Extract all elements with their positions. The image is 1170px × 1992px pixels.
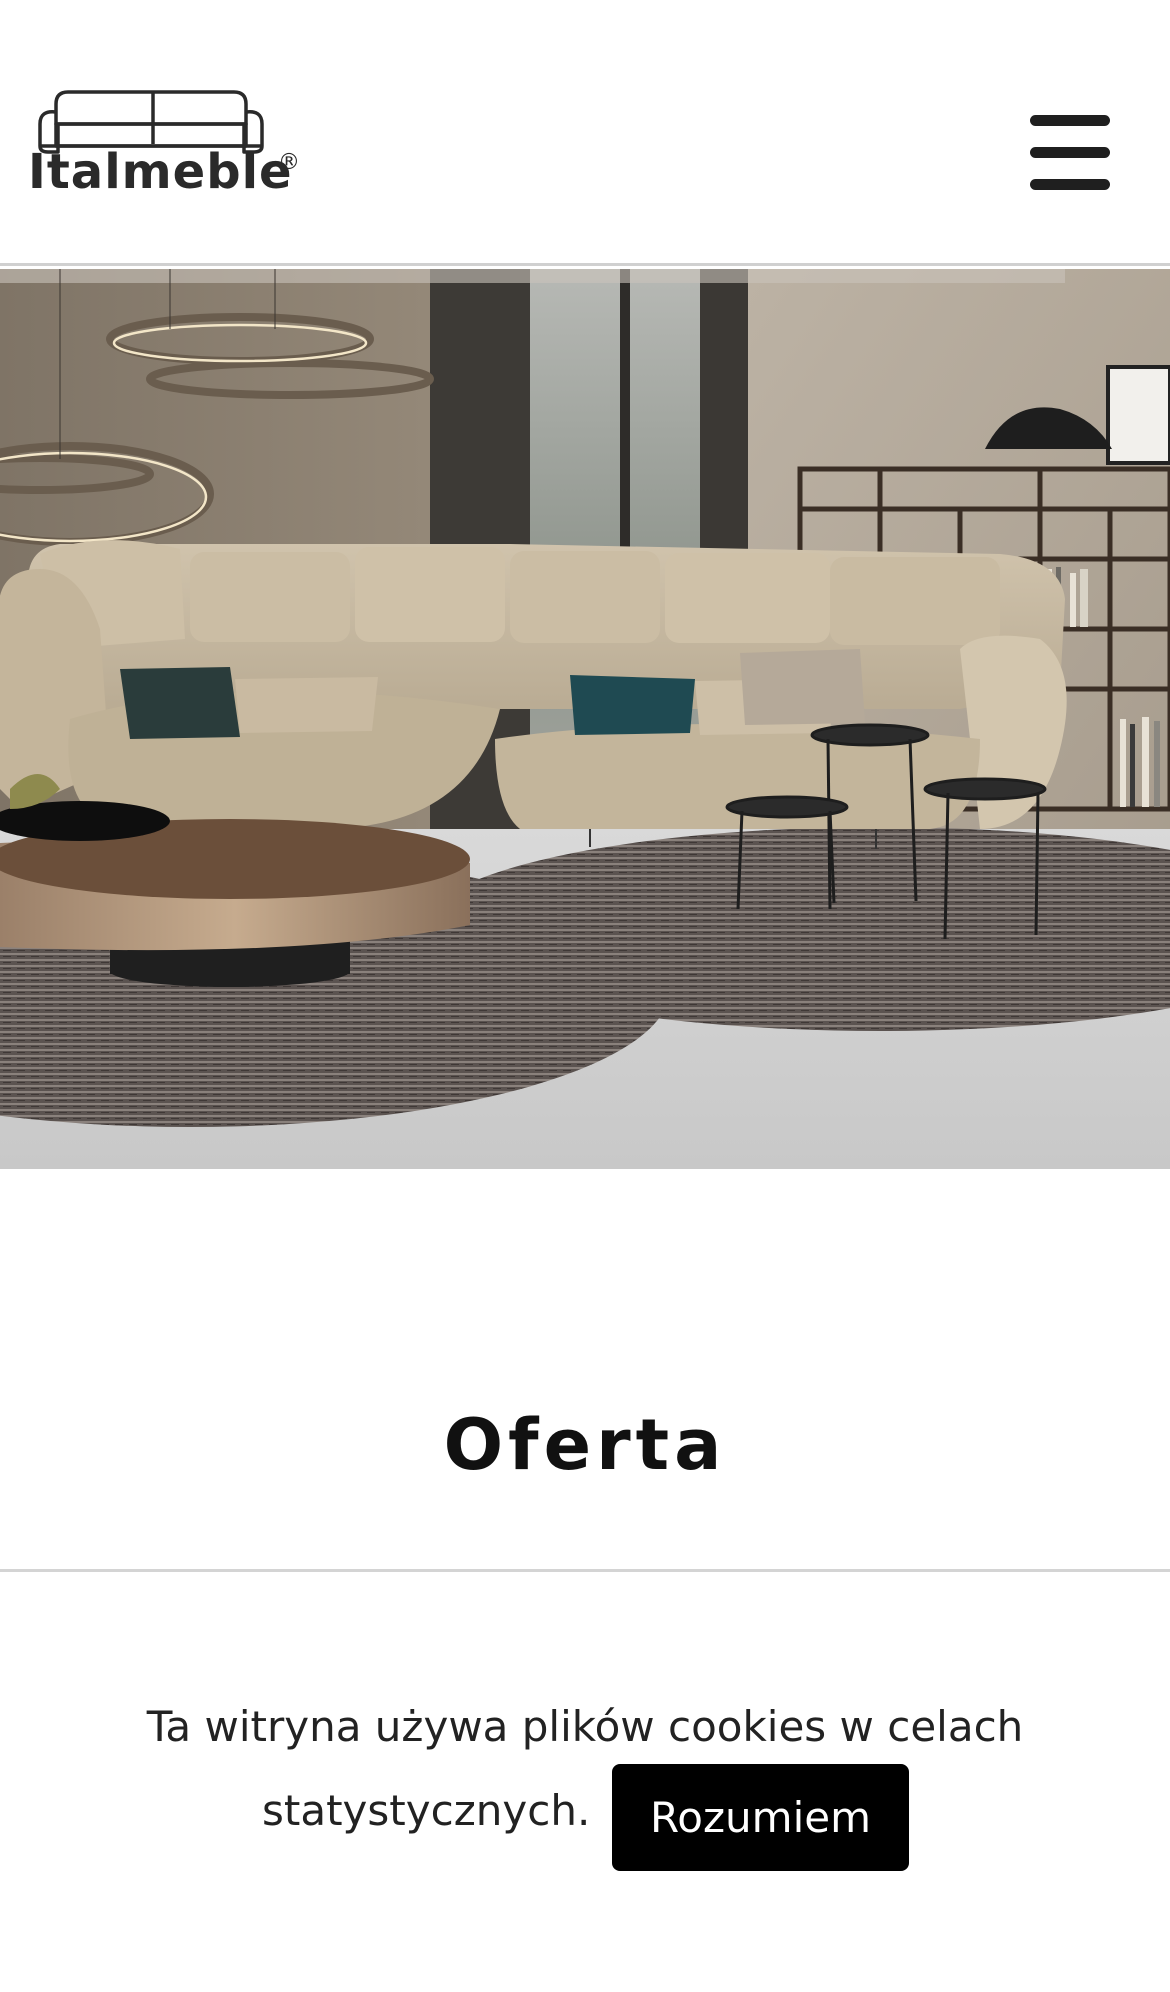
section-title: Oferta xyxy=(443,1404,727,1486)
site-header: Italmeble ® xyxy=(0,0,1170,266)
registered-mark: ® xyxy=(278,150,300,175)
logo[interactable]: Italmeble ® xyxy=(28,88,308,206)
page: Italmeble ® Oferta Ta witryna używa plik… xyxy=(0,0,1170,1992)
cookie-message-line1: Ta witryna używa plików cookies w celach xyxy=(146,1702,1024,1751)
menu-button[interactable] xyxy=(1028,115,1112,191)
living-room-photo xyxy=(0,269,1170,1169)
logo-text: Italmeble xyxy=(28,144,293,200)
section-divider xyxy=(0,1569,1170,1572)
hero-image xyxy=(0,269,1170,1169)
cookie-message-line2: statystycznych. xyxy=(262,1786,591,1835)
cookie-consent-bar: Ta witryna używa plików cookies w celach… xyxy=(0,1680,1170,1880)
cookie-accept-button[interactable]: Rozumiem xyxy=(612,1764,909,1871)
